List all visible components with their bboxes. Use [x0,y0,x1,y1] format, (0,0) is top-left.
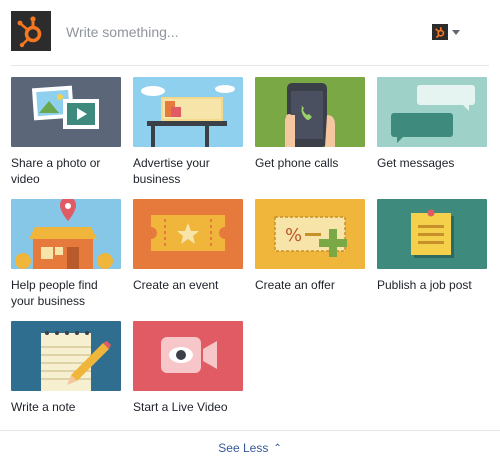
see-less-label: See Less [218,441,269,455]
tile-label: Get phone calls [255,156,339,170]
caret-down-icon [452,30,460,35]
tile-create-offer[interactable]: % Create an offer [255,199,365,293]
job-post-note-icon [377,199,487,269]
tile-label: Share a photo or video [11,156,101,186]
tile-label: Write a note [11,400,76,414]
tile-start-live-video[interactable]: Start a Live Video [133,321,243,415]
tile-share-photo-video[interactable]: Share a photo or video [11,77,121,187]
hubspot-sprocket-icon [11,11,51,51]
tile-label: Start a Live Video [133,400,228,414]
offer-coupon-icon: % [255,199,365,269]
message-bubbles-icon [377,77,487,147]
storefront-pin-icon [11,199,121,269]
account-switcher[interactable] [432,24,462,41]
tile-help-find-business[interactable]: Help people find your business [11,199,121,309]
tile-publish-job-post[interactable]: Publish a job post [377,199,487,293]
tile-label: Create an offer [255,278,335,292]
live-video-camera-icon [133,321,243,391]
tile-advertise-business[interactable]: Advertise your business [133,77,243,187]
tile-label: Create an event [133,278,219,292]
composer-divider [11,65,489,66]
hubspot-page-avatar-icon [432,24,448,40]
event-ticket-icon [133,199,243,269]
composer-input[interactable]: Write something... [66,24,179,40]
tile-get-phone-calls[interactable]: Get phone calls [255,77,365,171]
phone-call-icon [255,77,365,147]
photo-video-icon [11,77,121,147]
tile-label: Help people find your business [11,278,98,308]
post-composer: Write something... [0,0,500,65]
tile-label: Advertise your business [133,156,210,186]
chevron-up-icon: ⌃ [273,443,282,454]
svg-text:%: % [285,225,302,246]
billboard-icon [133,77,243,147]
see-less-button[interactable]: See Less ⌃ [0,440,500,457]
tile-create-event[interactable]: Create an event [133,199,243,293]
tile-get-messages[interactable]: Get messages [377,77,487,171]
tile-label: Get messages [377,156,455,170]
tile-write-note[interactable]: Write a note [11,321,121,415]
note-pencil-icon [11,321,121,391]
tile-label: Publish a job post [377,278,472,292]
footer-divider [0,430,500,431]
